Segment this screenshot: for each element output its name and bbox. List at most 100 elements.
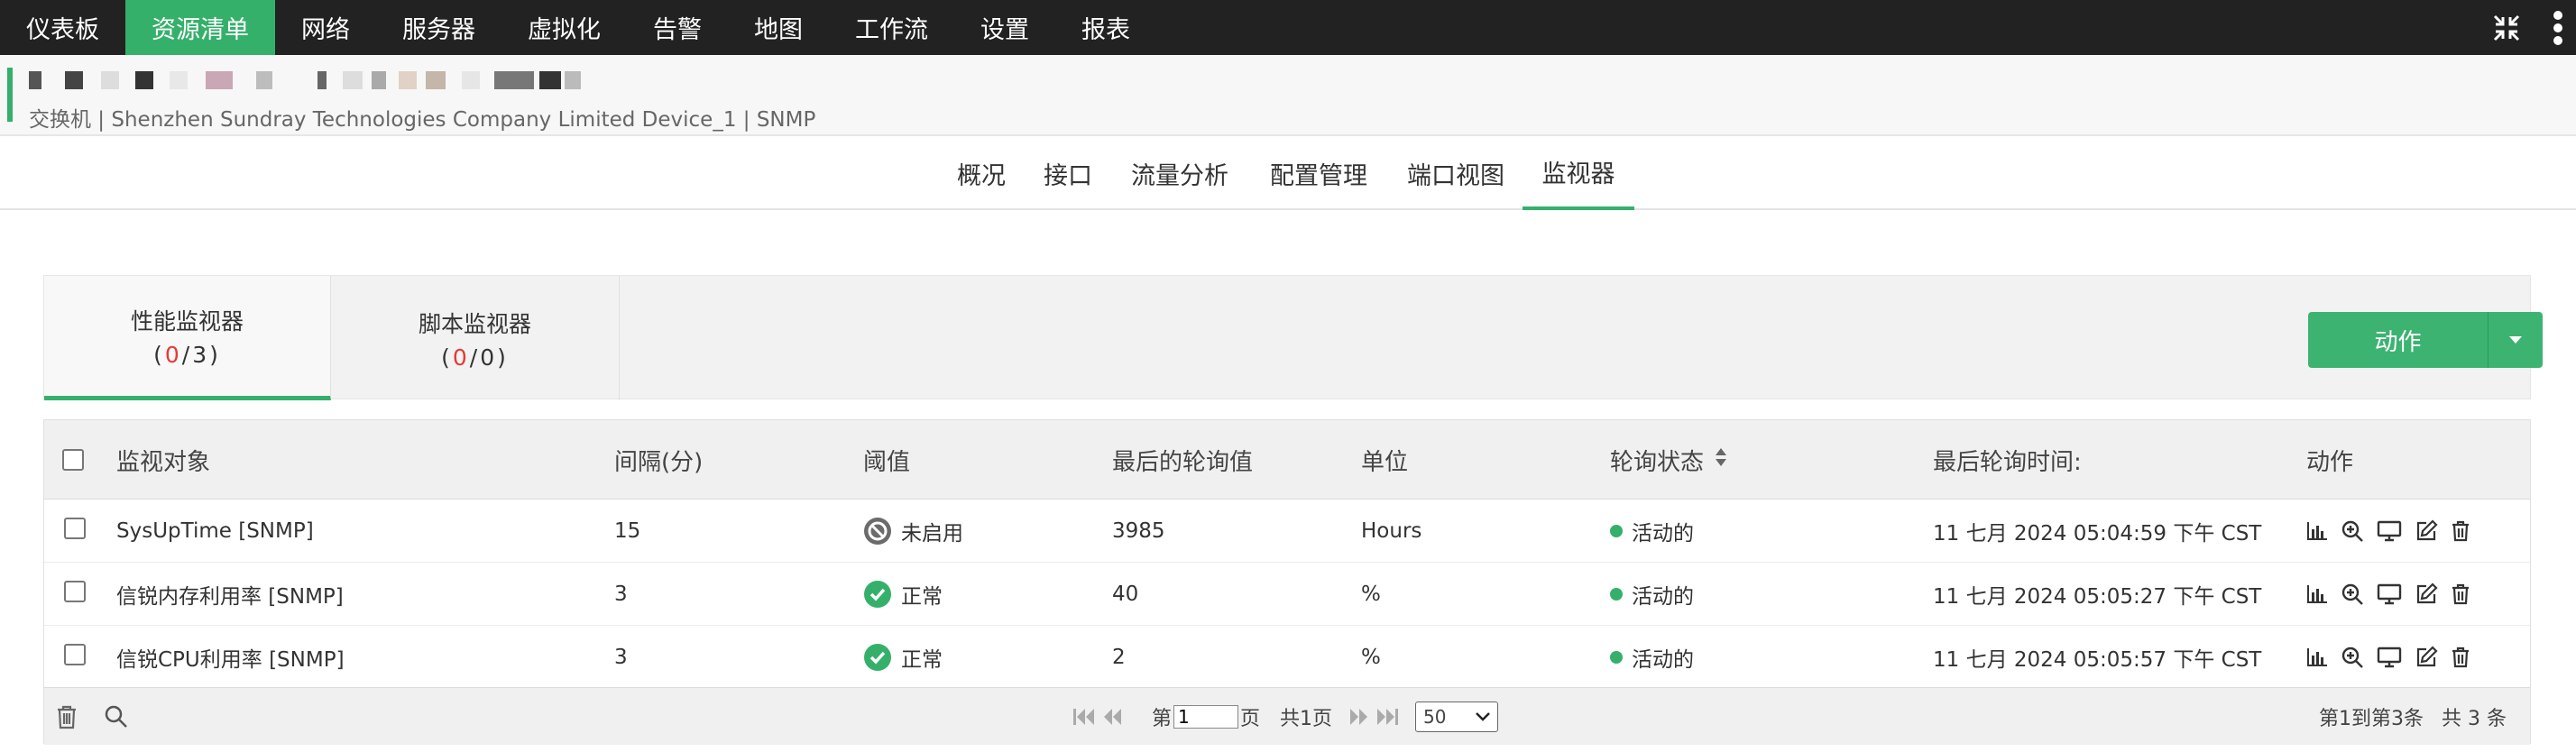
page-jump: 第 页 (1152, 688, 1260, 746)
edit-icon[interactable] (2415, 582, 2438, 606)
zoom-icon[interactable] (2341, 646, 2364, 669)
last-poll-time: 11 七月 2024 05:05:57 下午 CST (1933, 648, 2262, 672)
nav-item-2[interactable]: 网络 (275, 0, 376, 55)
page-size-select[interactable]: 50 (1415, 688, 1498, 746)
bar-chart-icon[interactable] (2306, 584, 2328, 604)
tab-config-management[interactable]: 配置管理 (1263, 136, 1375, 210)
row-checkbox[interactable] (64, 581, 86, 602)
table-row: 信锐CPU利用率 [SNMP] 3 正常 2% 活动的 11 七月 2024 05:05:… (44, 626, 2530, 689)
page-prefix: 第 (1152, 708, 1173, 730)
table-row: 信锐内存利用率 [SNMP] 3 正常 40% 活动的 11 七月 2024 05:05:… (44, 563, 2530, 626)
row-actions (2306, 563, 2470, 626)
monitor-name[interactable]: SysUpTime [SNMP] (116, 500, 314, 563)
collapse-icon[interactable] (2491, 13, 2522, 43)
sort-icon[interactable] (1715, 446, 1727, 473)
bar-chart-icon[interactable] (2306, 521, 2328, 541)
monitor-name[interactable]: 信锐CPU利用率 [SNMP] (116, 626, 345, 689)
trash-icon[interactable] (2451, 583, 2470, 605)
device-header: 交换机 | Shenzhen Sundray Technologies Comp… (0, 55, 2576, 136)
col-poll-status[interactable]: 轮询状态 (1610, 420, 1727, 500)
performance-monitors-count: (0/3) (153, 342, 221, 368)
col-threshold[interactable]: 阈值 (863, 420, 910, 500)
row-checkbox[interactable] (64, 518, 86, 539)
tab-traffic-analysis[interactable]: 流量分析 (1124, 136, 1236, 210)
page-number-input[interactable] (1173, 705, 1239, 729)
col-monitor-object[interactable]: 监视对象 (116, 420, 210, 500)
monitor-icon[interactable] (2377, 520, 2402, 542)
select-all-checkbox[interactable] (62, 449, 84, 471)
col-unit[interactable]: 单位 (1361, 420, 1408, 500)
nav-item-6[interactable]: 地图 (728, 0, 829, 55)
nav-item-9[interactable]: 报表 (1055, 0, 1156, 55)
monitor-icon[interactable] (2377, 647, 2402, 668)
action-button[interactable]: 动作 (2308, 312, 2543, 368)
nav-item-5[interactable]: 告警 (627, 0, 728, 55)
last-poll-value: 3985 (1112, 519, 1165, 543)
tab-overview[interactable]: 概况 (949, 136, 1014, 210)
col-last-poll-time[interactable]: 最后轮询时间: (1933, 420, 2082, 500)
page-suffix: 页 (1240, 708, 1261, 730)
chevron-down-icon[interactable] (2489, 312, 2543, 368)
prev-page-icon[interactable] (1101, 688, 1125, 746)
edit-icon[interactable] (2415, 519, 2438, 543)
next-page-icon[interactable] (1347, 688, 1370, 746)
device-subtabs: 概况 接口 流量分析 配置管理 端口视图 监视器 (0, 136, 2576, 210)
monitor-icon[interactable] (2377, 583, 2402, 605)
tab-interfaces[interactable]: 接口 (1037, 136, 1099, 210)
unit: % (1361, 582, 1381, 606)
last-poll-time: 11 七月 2024 05:05:27 下午 CST (1933, 585, 2262, 609)
bar-chart-icon[interactable] (2306, 647, 2328, 667)
table-header: 监视对象 间隔(分) 阈值 最后的轮询值 单位 轮询状态 最后轮询时间: 动作 (44, 420, 2530, 500)
monitor-interval: 3 (614, 582, 628, 606)
poll-status: 活动的 (1610, 500, 1694, 563)
trash-icon[interactable] (2451, 647, 2470, 668)
tab-monitors[interactable]: 监视器 (1523, 136, 1634, 210)
nav-item-8[interactable]: 设置 (954, 0, 1055, 55)
row-checkbox[interactable] (64, 644, 86, 665)
edit-icon[interactable] (2415, 646, 2438, 669)
top-nav: 仪表板 资源清单 网络 服务器 虚拟化 告警 地图 工作流 设置 报表 (0, 0, 2576, 55)
monitor-table: 监视对象 间隔(分) 阈值 最后的轮询值 单位 轮询状态 最后轮询时间: 动作 … (43, 419, 2531, 745)
col-interval[interactable]: 间隔(分) (614, 420, 703, 500)
monitor-interval: 15 (614, 519, 641, 543)
action-button-label: 动作 (2308, 312, 2489, 368)
more-vertical-icon[interactable] (2553, 10, 2563, 46)
last-poll-value: 40 (1112, 582, 1139, 606)
col-last-poll-value[interactable]: 最后的轮询值 (1112, 420, 1253, 500)
trash-icon[interactable] (2451, 520, 2470, 542)
total-pages: 共1页 (1280, 708, 1332, 730)
first-page-icon[interactable] (1072, 688, 1096, 746)
zoom-icon[interactable] (2341, 519, 2364, 543)
table-footer: 第 页 共1页 50 第1到第3条 共 3 条 (44, 687, 2530, 745)
device-title-redacted (29, 66, 581, 91)
zoom-icon[interactable] (2341, 582, 2364, 606)
poll-status-label: 活动的 (1632, 648, 1694, 672)
script-monitors-count: (0/0) (441, 344, 509, 371)
nav-item-0[interactable]: 仪表板 (0, 0, 125, 55)
trash-icon[interactable] (55, 688, 78, 746)
script-monitors-label: 脚本监视器 (418, 310, 531, 337)
status-dot (1610, 525, 1623, 537)
device-accent-bar (7, 68, 13, 122)
nav-item-7[interactable]: 工作流 (829, 0, 954, 55)
last-poll-time: 11 七月 2024 05:04:59 下午 CST (1933, 522, 2262, 546)
poll-status: 活动的 (1610, 626, 1694, 689)
poll-status: 活动的 (1610, 563, 1694, 626)
threshold-label: 未启用 (901, 522, 963, 546)
row-actions (2306, 500, 2470, 563)
unit: % (1361, 646, 1381, 669)
status-dot (1610, 588, 1623, 601)
monitor-threshold: 未启用 (863, 500, 963, 563)
nav-item-1[interactable]: 资源清单 (125, 0, 275, 55)
table-row: SysUpTime [SNMP] 15 未启用 3985 Hours 活动的 11 七月 2… (44, 500, 2530, 563)
nav-item-4[interactable]: 虚拟化 (501, 0, 627, 55)
tab-script-monitors[interactable]: 脚本监视器 (0/0) (331, 276, 620, 400)
tab-performance-monitors[interactable]: 性能监视器 (0/3) (44, 276, 331, 400)
last-page-icon[interactable] (1375, 688, 1399, 746)
tab-port-view[interactable]: 端口视图 (1400, 136, 1512, 210)
search-icon[interactable] (104, 688, 129, 746)
nav-item-3[interactable]: 服务器 (376, 0, 501, 55)
poll-status-label: 活动的 (1632, 585, 1694, 609)
record-total: 共 3 条 (2442, 708, 2507, 730)
monitor-name[interactable]: 信锐内存利用率 [SNMP] (116, 563, 344, 626)
